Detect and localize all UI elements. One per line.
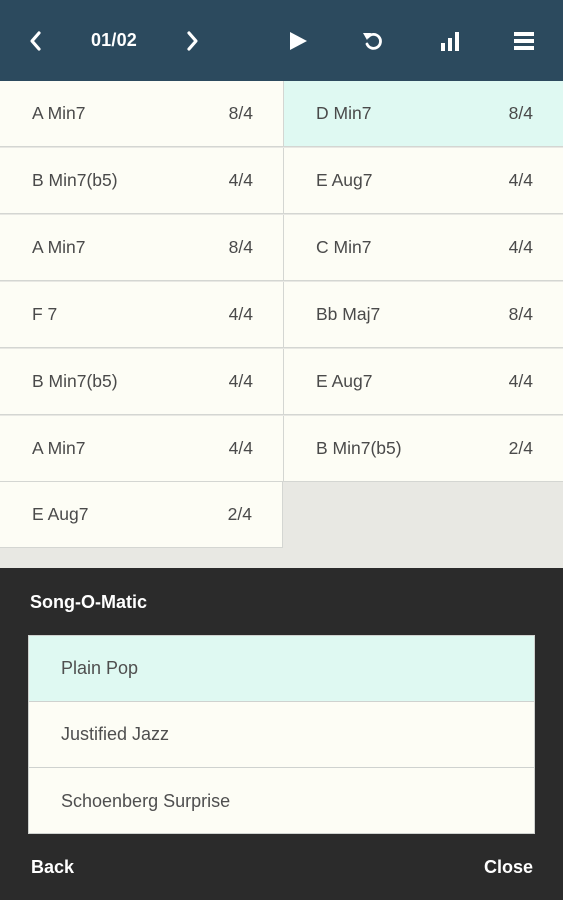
style-option-plain-pop[interactable]: Plain Pop — [29, 636, 534, 702]
page-counter: 01/02 — [90, 30, 138, 50]
next-page-button[interactable] — [176, 0, 210, 81]
close-button[interactable]: Close — [484, 857, 533, 878]
play-button[interactable] — [280, 0, 316, 81]
style-options-list: Plain Pop Justified Jazz Schoenberg Surp… — [28, 635, 535, 834]
top-toolbar: 01/02 — [0, 0, 563, 81]
menu-icon — [513, 31, 535, 51]
chord-cell[interactable]: F 7 4/4 — [0, 282, 283, 348]
chord-cell[interactable]: C Min7 4/4 — [283, 215, 563, 281]
menu-button[interactable] — [506, 0, 542, 81]
chord-name: D Min7 — [316, 103, 372, 123]
chord-name: E Aug7 — [316, 170, 373, 190]
chord-beats: 2/4 — [508, 438, 533, 458]
song-o-matic-panel: Song-O-Matic Plain Pop Justified Jazz Sc… — [0, 568, 563, 900]
chord-beats: 8/4 — [228, 103, 253, 123]
chord-cell[interactable]: D Min7 8/4 — [283, 81, 563, 147]
stats-button[interactable] — [432, 0, 468, 81]
bar-chart-icon — [440, 31, 460, 51]
play-icon — [288, 31, 308, 51]
chord-name: B Min7(b5) — [32, 170, 118, 190]
style-option-label: Justified Jazz — [61, 724, 170, 744]
chord-beats: 4/4 — [228, 304, 253, 324]
chord-name: C Min7 — [316, 237, 372, 257]
chord-name: E Aug7 — [32, 504, 89, 524]
style-option-label: Plain Pop — [61, 658, 139, 678]
previous-page-button[interactable] — [18, 0, 52, 81]
chord-name: E Aug7 — [316, 371, 373, 391]
chord-beats: 4/4 — [508, 237, 533, 257]
reset-icon — [362, 30, 384, 52]
chord-cell[interactable]: A Min7 8/4 — [0, 215, 283, 281]
style-option-schoenberg-surprise[interactable]: Schoenberg Surprise — [29, 768, 534, 834]
chord-beats: 4/4 — [228, 170, 253, 190]
chord-cell[interactable]: B Min7(b5) 4/4 — [0, 148, 283, 214]
back-button[interactable]: Back — [31, 857, 74, 878]
chord-cell[interactable]: Bb Maj7 8/4 — [283, 282, 563, 348]
chord-name: A Min7 — [32, 438, 86, 458]
chord-beats: 4/4 — [228, 438, 253, 458]
chord-beats: 8/4 — [508, 304, 533, 324]
chord-beats: 2/4 — [227, 504, 252, 524]
style-option-label: Schoenberg Surprise — [61, 790, 231, 811]
chord-name: A Min7 — [32, 103, 86, 123]
chord-name: B Min7(b5) — [316, 438, 402, 458]
chord-cell[interactable]: E Aug7 2/4 — [0, 482, 283, 548]
chord-beats: 4/4 — [508, 170, 533, 190]
chord-cell[interactable]: E Aug7 4/4 — [283, 148, 563, 214]
chord-beats: 4/4 — [508, 371, 533, 391]
chord-cell[interactable]: A Min7 4/4 — [0, 416, 283, 482]
chord-cell[interactable]: E Aug7 4/4 — [283, 349, 563, 415]
chord-beats: 8/4 — [508, 103, 533, 123]
chord-name: Bb Maj7 — [316, 304, 381, 324]
panel-title: Song-O-Matic — [30, 592, 147, 612]
chord-cell[interactable]: B Min7(b5) 4/4 — [0, 349, 283, 415]
reset-button[interactable] — [355, 0, 391, 81]
chord-name: B Min7(b5) — [32, 371, 118, 391]
chevron-right-icon — [186, 30, 200, 52]
chord-cell[interactable]: B Min7(b5) 2/4 — [283, 416, 563, 482]
chord-name: F 7 — [32, 304, 58, 324]
chord-name: A Min7 — [32, 237, 86, 257]
style-option-justified-jazz[interactable]: Justified Jazz — [29, 702, 534, 768]
chord-beats: 8/4 — [228, 237, 253, 257]
chord-beats: 4/4 — [228, 371, 253, 391]
chord-cell[interactable]: A Min7 8/4 — [0, 81, 283, 147]
chevron-left-icon — [28, 30, 42, 52]
